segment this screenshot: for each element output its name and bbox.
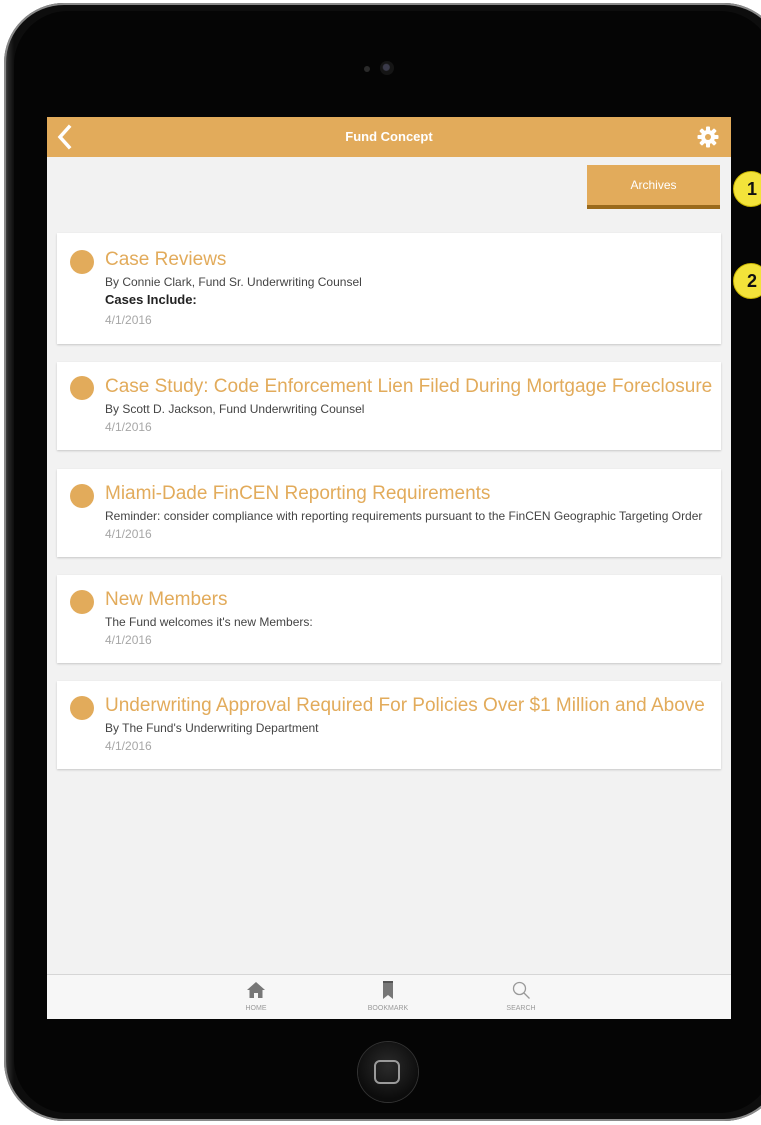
item-title: Case Study: Code Enforcement Lien Filed … [105, 376, 713, 397]
tab-search[interactable]: SEARCH [486, 975, 556, 1019]
app-screen: Fund Concept Archives Case Reviews By Co… [47, 117, 731, 1019]
tab-bookmark-label: BOOKMARK [367, 1005, 409, 1012]
item-date: 4/1/2016 [105, 527, 152, 541]
unread-dot-icon [70, 590, 94, 614]
list-item[interactable]: Case Reviews By Connie Clark, Fund Sr. U… [57, 233, 721, 344]
list-item[interactable]: Underwriting Approval Required For Polic… [57, 681, 721, 769]
list-item[interactable]: Miami-Dade FinCEN Reporting Requirements… [57, 469, 721, 557]
item-date: 4/1/2016 [105, 739, 152, 753]
list-item[interactable]: New Members The Fund welcomes it's new M… [57, 575, 721, 663]
camera [380, 61, 394, 75]
item-title: Case Reviews [105, 249, 227, 270]
unread-dot-icon [70, 376, 94, 400]
tab-home[interactable]: HOME [221, 975, 291, 1019]
list-item[interactable]: Case Study: Code Enforcement Lien Filed … [57, 362, 721, 450]
unread-dot-icon [70, 250, 94, 274]
settings-button[interactable] [697, 126, 719, 148]
tab-home-label: HOME [245, 1005, 267, 1012]
bookmark-icon [383, 981, 393, 999]
item-title: New Members [105, 589, 228, 610]
navbar: Fund Concept [47, 117, 731, 157]
item-subtitle: By Scott D. Jackson, Fund Underwriting C… [105, 402, 365, 416]
annotation-callout-2: 2 [733, 263, 761, 299]
item-subtitle: By The Fund's Underwriting Department [105, 721, 319, 735]
home-icon [247, 982, 265, 998]
tab-search-label: SEARCH [506, 1005, 536, 1012]
gear-icon [697, 126, 719, 148]
search-icon [512, 981, 530, 999]
page-title: Fund Concept [345, 129, 433, 144]
unread-dot-icon [70, 484, 94, 508]
item-title: Underwriting Approval Required For Polic… [105, 695, 705, 716]
item-title: Miami-Dade FinCEN Reporting Requirements [105, 483, 491, 504]
annotation-callout-1: 1 [733, 171, 761, 207]
tab-bookmark[interactable]: BOOKMARK [353, 975, 423, 1019]
archives-button[interactable]: Archives [587, 165, 720, 209]
item-subtitle: Reminder: consider compliance with repor… [105, 509, 703, 523]
unread-dot-icon [70, 696, 94, 720]
item-date: 4/1/2016 [105, 313, 152, 327]
item-subtitle: The Fund welcomes it's new Members: [105, 615, 313, 629]
sensor-dot [364, 66, 370, 72]
home-button-square-icon [374, 1060, 400, 1084]
tab-bar: HOME BOOKMARK SEARCH [47, 974, 731, 1019]
item-bold-text: Cases Include: [105, 292, 197, 307]
item-subtitle: By Connie Clark, Fund Sr. Underwriting C… [105, 275, 362, 289]
item-date: 4/1/2016 [105, 633, 152, 647]
item-date: 4/1/2016 [105, 420, 152, 434]
